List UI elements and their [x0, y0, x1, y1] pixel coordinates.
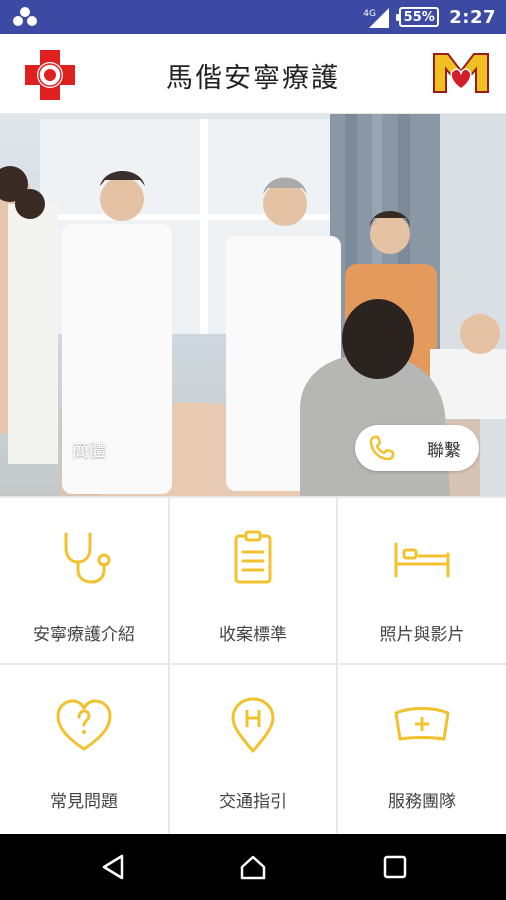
recents-icon[interactable]	[382, 854, 408, 880]
clipboard-icon	[234, 530, 272, 584]
map-pin-h-icon	[231, 697, 275, 753]
back-icon[interactable]	[100, 854, 126, 880]
notification-icon	[13, 7, 37, 26]
menu-item-photos-videos[interactable]: 照片與影片	[338, 498, 506, 663]
contact-button[interactable]: 聯繫	[355, 425, 479, 471]
battery-indicator: 55%	[396, 7, 440, 27]
menu-label: 常見問題	[50, 792, 118, 812]
heart-question-icon	[56, 699, 112, 751]
signal-icon: 4G	[363, 6, 390, 28]
menu-item-transport-guide[interactable]: 交通指引	[170, 665, 336, 834]
home-icon[interactable]	[239, 854, 267, 880]
menu-label: 交通指引	[219, 792, 287, 812]
menu-item-faq[interactable]: 常見問題	[0, 665, 168, 834]
menu-label: 收案標準	[219, 625, 287, 645]
phone-icon	[369, 435, 395, 461]
page-title: 馬偕安寧療護	[166, 63, 340, 94]
status-bar: 4G 55% 2:27	[0, 0, 506, 34]
mackay-m-logo	[433, 53, 489, 93]
battery-level: 55%	[403, 9, 435, 25]
bed-icon	[394, 542, 450, 578]
menu-item-hospice-intro[interactable]: 安寧療護介紹	[0, 498, 168, 663]
menu-label: 照片與影片	[379, 625, 465, 645]
app-header: 馬偕安寧療護	[0, 34, 506, 114]
clock: 2:27	[449, 6, 496, 28]
menu-label: 安寧療護介紹	[33, 625, 135, 645]
menu-grid: 安寧療護介紹 收案標準 照片與影片 常見問題 交通指引 服務團隊	[0, 496, 506, 834]
menu-label: 服務團隊	[388, 792, 456, 812]
system-nav-bar	[0, 834, 506, 900]
contact-label: 聯繫	[427, 440, 461, 461]
stethoscope-icon	[64, 532, 111, 584]
menu-item-admission-criteria[interactable]: 收案標準	[170, 498, 336, 663]
menu-item-service-team[interactable]: 服務團隊	[338, 665, 506, 834]
simplified-chinese-toggle[interactable]: 簡體	[72, 436, 106, 461]
nurse-cap-icon	[394, 707, 450, 741]
